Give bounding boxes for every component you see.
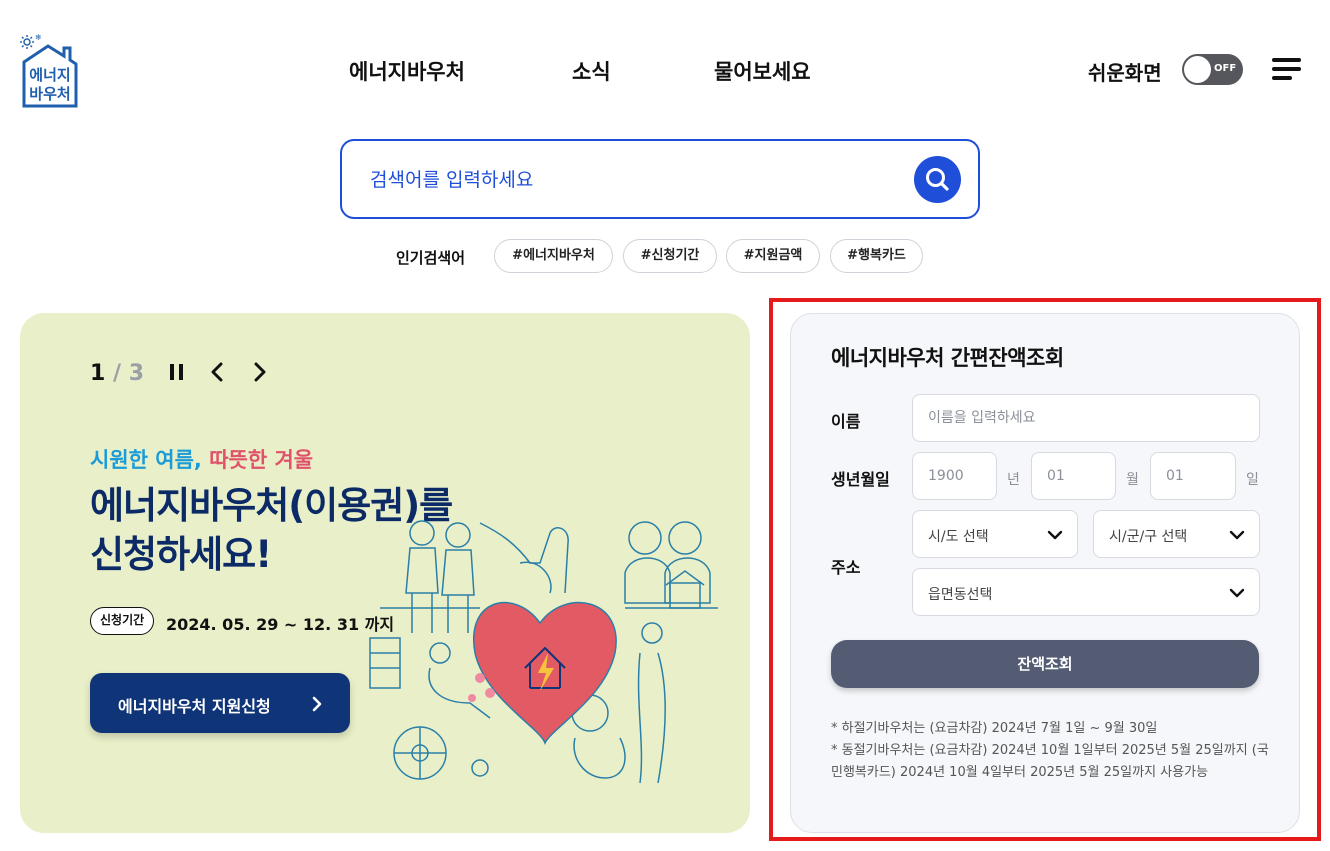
search-input[interactable] (370, 163, 890, 197)
period-badge: 신청기간 (90, 607, 155, 635)
svg-text:❄: ❄ (35, 33, 42, 42)
easy-mode-toggle[interactable]: OFF (1182, 54, 1243, 85)
eupmyeondong-select-value: 읍면동선택 (928, 587, 993, 603)
logo-house-icon: ❄ 에너지 바우처 (20, 33, 78, 108)
hamburger-menu-icon[interactable] (1272, 58, 1301, 80)
pause-icon[interactable] (166, 361, 188, 383)
svg-text:에너지: 에너지 (29, 66, 70, 84)
birth-label: 생년월일 (831, 470, 890, 489)
popular-tag[interactable]: #행복카드 (830, 239, 923, 273)
voucher-notes: * 하절기바우처는 (요금차감) 2024년 7월 1일 ~ 9월 30일 * … (831, 718, 1271, 784)
tagline-winter: 따뜻한 겨울 (209, 448, 314, 472)
popular-keywords-label: 인기검색어 (396, 249, 466, 267)
unit-day: 일 (1246, 472, 1259, 488)
name-input[interactable] (913, 395, 1259, 441)
search-icon (926, 168, 949, 191)
sido-select-value: 시/도 선택 (928, 529, 989, 545)
chevron-down-icon (1229, 588, 1245, 598)
popular-tag[interactable]: #신청기간 (623, 239, 717, 273)
nav-item-news[interactable]: 소식 (572, 56, 611, 86)
easy-mode-label: 쉬운화면 (1088, 61, 1162, 85)
sido-select[interactable]: 시/도 선택 (912, 510, 1078, 558)
banner-tagline: 시원한 여름, 따뜻한 겨울 (90, 444, 313, 474)
popular-keywords: 인기검색어 #에너지바우처 #신청기간 #지원금액 #행복카드 (0, 239, 1330, 273)
address-label: 주소 (831, 558, 861, 577)
sigungu-select-value: 시/군/구 선택 (1109, 529, 1188, 545)
balance-check-panel: 에너지바우처 간편잔액조회 이름 생년월일 년 월 일 주소 시/도 선택 시/… (790, 313, 1300, 833)
name-label: 이름 (831, 412, 861, 431)
birth-month-field (1031, 452, 1116, 500)
unit-year: 년 (1007, 472, 1020, 488)
balance-check-button[interactable]: 잔액조회 (831, 640, 1259, 688)
eupmyeondong-select[interactable]: 읍면동선택 (912, 568, 1260, 616)
search-box (340, 139, 980, 219)
toggle-knob (1184, 56, 1211, 83)
chevron-right-icon[interactable] (248, 361, 270, 383)
heart-energy-illustration (369, 520, 718, 784)
apply-button[interactable]: 에너지바우처 지원신청 (90, 673, 350, 733)
note-winter: * 동절기바우처는 (요금차감) 2024년 10월 1일부터 2025년 5월… (831, 743, 1269, 780)
tagline-summer: 시원한 여름, (90, 448, 202, 472)
slide-current: 1 (90, 361, 106, 386)
chevron-down-icon (1047, 530, 1063, 540)
sigungu-select[interactable]: 시/군/구 선택 (1093, 510, 1260, 558)
chevron-right-icon (312, 696, 322, 712)
search-button[interactable] (914, 156, 961, 203)
birth-day-input[interactable] (1151, 453, 1235, 499)
slide-total: 3 (128, 361, 145, 386)
note-summer: * 하절기바우처는 (요금차감) 2024년 7월 1일 ~ 9월 30일 (831, 721, 1158, 736)
birth-day-field (1150, 452, 1236, 500)
birth-month-input[interactable] (1032, 453, 1115, 499)
popular-tag[interactable]: #지원금액 (726, 239, 820, 273)
birth-year-field (912, 452, 997, 500)
slide-counter: 1 / 3 (90, 361, 144, 386)
nav-item-energy-voucher[interactable]: 에너지바우처 (349, 56, 465, 86)
toggle-state-text: OFF (1214, 63, 1237, 74)
headline-line-2: 신청하세요! (90, 533, 272, 576)
apply-button-label: 에너지바우처 지원신청 (118, 697, 271, 716)
panel-title: 에너지바우처 간편잔액조회 (831, 346, 1064, 370)
svg-text:바우처: 바우처 (29, 85, 70, 103)
nav-item-faq[interactable]: 물어보세요 (714, 56, 811, 86)
name-field (912, 394, 1260, 442)
popular-tag[interactable]: #에너지바우처 (494, 239, 613, 273)
slide-separator: / (112, 361, 122, 386)
chevron-down-icon (1229, 530, 1245, 540)
chevron-left-icon[interactable] (207, 361, 229, 383)
site-logo[interactable]: ❄ 에너지 바우처 (18, 32, 82, 108)
unit-month: 월 (1126, 472, 1139, 488)
main-banner: 1 / 3 시원한 여름, 따뜻한 겨울 에너지바우처(이용권)를 신청하세요!… (20, 313, 750, 833)
birth-year-input[interactable] (913, 453, 996, 499)
